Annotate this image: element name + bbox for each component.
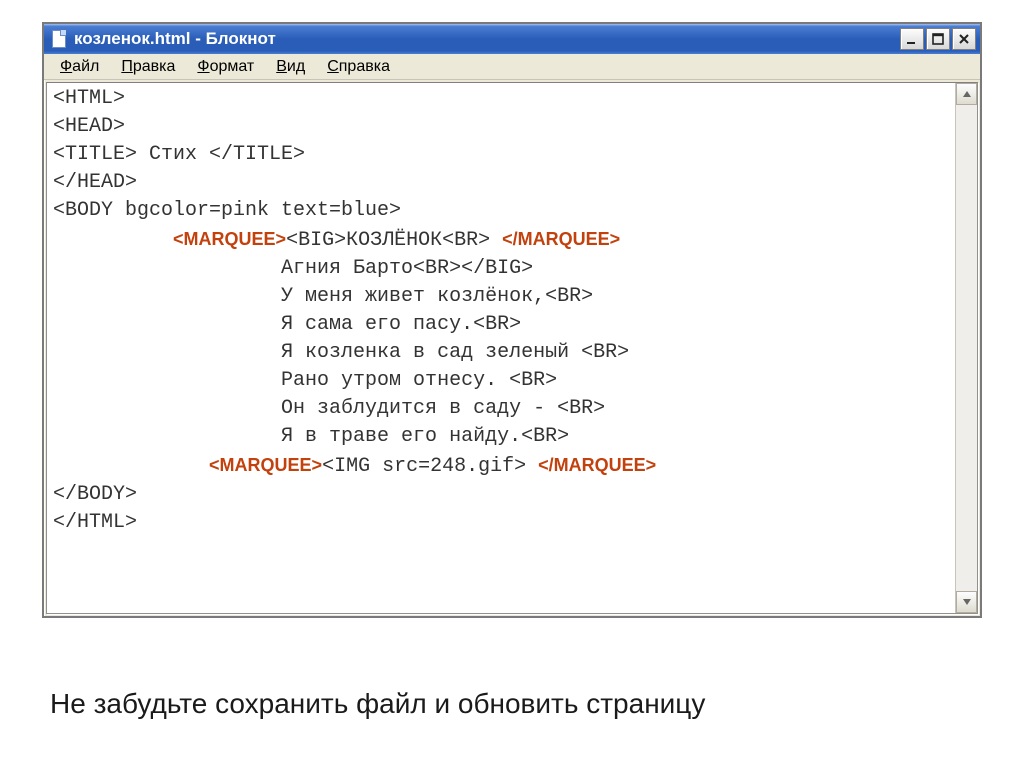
- menu-help[interactable]: Справка: [317, 56, 402, 78]
- code-line: Агния Барто<BR></BIG>: [53, 257, 533, 280]
- document-icon: [52, 30, 66, 48]
- chevron-down-icon: [962, 597, 972, 607]
- titlebar[interactable]: козленок.html - Блокнот: [44, 24, 980, 54]
- maximize-icon: [932, 33, 944, 45]
- app-icon: [50, 30, 68, 48]
- client-area: <HTML> <HEAD> <TITLE> Стих </TITLE> </HE…: [46, 82, 978, 614]
- code-line: </HTML>: [53, 511, 137, 534]
- close-icon: [958, 33, 970, 45]
- indent: [53, 455, 209, 478]
- minimize-icon: [906, 33, 918, 45]
- menu-file[interactable]: Файл: [50, 56, 111, 78]
- maximize-button[interactable]: [926, 28, 950, 50]
- code-line: Он заблудится в саду - <BR>: [53, 397, 605, 420]
- code-line: <IMG src=248.gif>: [322, 455, 526, 478]
- chevron-up-icon: [962, 89, 972, 99]
- annotation-marquee-close: </MARQUEE>: [502, 229, 620, 249]
- annotation-marquee-open-2: <MARQUEE>: [209, 455, 322, 475]
- text-area[interactable]: <HTML> <HEAD> <TITLE> Стих </TITLE> </HE…: [47, 83, 955, 613]
- code-line: <TITLE> Стих </TITLE>: [53, 143, 305, 166]
- indent: [53, 229, 173, 252]
- menubar: Файл Правка Формат Вид Справка: [44, 54, 980, 80]
- window-controls: [900, 28, 976, 50]
- scroll-up-button[interactable]: [956, 83, 977, 105]
- minimize-button[interactable]: [900, 28, 924, 50]
- code-line: <HEAD>: [53, 115, 125, 138]
- notepad-window: козленок.html - Блокнот Файл Правка Форм…: [42, 22, 982, 618]
- page-caption: Не забудьте сохранить файл и обновить ст…: [50, 688, 705, 720]
- code-line: У меня живет козлёнок,<BR>: [53, 285, 593, 308]
- code-line: Рано утром отнесу. <BR>: [53, 369, 557, 392]
- close-button[interactable]: [952, 28, 976, 50]
- menu-view[interactable]: Вид: [266, 56, 317, 78]
- menu-format[interactable]: Формат: [187, 56, 266, 78]
- vertical-scrollbar[interactable]: [955, 83, 977, 613]
- menu-edit[interactable]: Правка: [111, 56, 187, 78]
- code-line: </HEAD>: [53, 171, 137, 194]
- code-line: <BIG>КОЗЛЁНОК<BR>: [286, 229, 490, 252]
- scroll-down-button[interactable]: [956, 591, 977, 613]
- code-line: Я сама его пасу.<BR>: [53, 313, 521, 336]
- code-line: <HTML>: [53, 87, 125, 110]
- window-title: козленок.html - Блокнот: [74, 29, 276, 49]
- annotation-marquee-open: <MARQUEE>: [173, 229, 286, 249]
- code-line: <BODY bgcolor=pink text=blue>: [53, 199, 401, 222]
- code-line: </BODY>: [53, 483, 137, 506]
- annotation-marquee-close-2: </MARQUEE>: [538, 455, 656, 475]
- code-line: Я в траве его найду.<BR>: [53, 425, 569, 448]
- code-line: Я козленка в сад зеленый <BR>: [53, 341, 629, 364]
